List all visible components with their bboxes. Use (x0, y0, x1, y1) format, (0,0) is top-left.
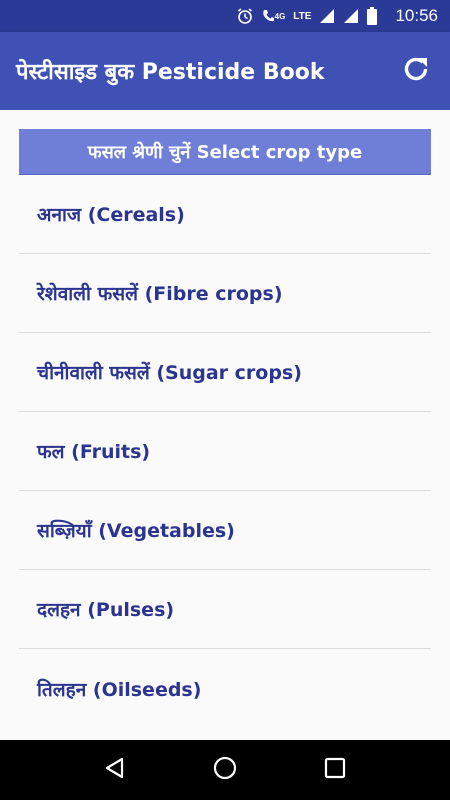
crop-item-fruits[interactable]: फल (Fruits) (19, 412, 431, 491)
recents-icon (324, 757, 346, 783)
app-bar: पेस्टीसाइड बुक Pesticide Book (0, 32, 450, 110)
back-button[interactable] (95, 750, 135, 790)
crop-item-label: रेशेवाली फसलें (Fibre crops) (37, 283, 283, 305)
refresh-icon (400, 53, 432, 89)
crop-type-list: अनाज (Cereals) रेशेवाली फसलें (Fibre cro… (19, 175, 431, 728)
crop-item-oilseeds[interactable]: तिलहन (Oilseeds) (19, 649, 431, 728)
crop-item-label: दलहन (Pulses) (37, 599, 175, 621)
signal-icon (343, 8, 359, 24)
lte-text: LTE (293, 10, 312, 22)
battery-icon (367, 7, 378, 25)
crop-item-cereals[interactable]: अनाज (Cereals) (19, 175, 431, 254)
status-bar: 4G LTE 10:56 (0, 0, 450, 32)
back-icon (103, 756, 127, 784)
crop-item-label: अनाज (Cereals) (37, 204, 185, 226)
navigation-bar (0, 740, 450, 800)
crop-item-fibre-crops[interactable]: रेशेवाली फसलें (Fibre crops) (19, 254, 431, 333)
recents-button[interactable] (315, 750, 355, 790)
crop-item-sugar-crops[interactable]: चीनीवाली फसलें (Sugar crops) (19, 333, 431, 412)
select-crop-header: फसल श्रेणी चुनें Select crop type (19, 129, 431, 175)
crop-item-pulses[interactable]: दलहन (Pulses) (19, 570, 431, 649)
wifi-call-icon: 4G (262, 9, 286, 23)
status-time: 10:56 (395, 6, 438, 25)
app-title: पेस्टीसाइड बुक Pesticide Book (16, 60, 325, 85)
select-crop-header-label: फसल श्रेणी चुनें Select crop type (87, 141, 363, 163)
crop-item-label: फल (Fruits) (37, 441, 151, 463)
crop-item-vegetables[interactable]: सब्ज़ियाँ (Vegetables) (19, 491, 431, 570)
home-icon (213, 756, 237, 784)
alarm-icon (236, 7, 254, 25)
refresh-button[interactable] (396, 51, 436, 91)
lte-label: LTE (293, 11, 311, 22)
signal-icon (319, 8, 335, 24)
main-content: फसल श्रेणी चुनें Select crop type अनाज (… (0, 110, 450, 740)
network-label: 4G (274, 11, 286, 21)
crop-item-label: चीनीवाली फसलें (Sugar crops) (37, 362, 302, 384)
crop-item-label: तिलहन (Oilseeds) (37, 678, 202, 701)
home-button[interactable] (205, 750, 245, 790)
crop-item-label: सब्ज़ियाँ (Vegetables) (37, 520, 235, 542)
